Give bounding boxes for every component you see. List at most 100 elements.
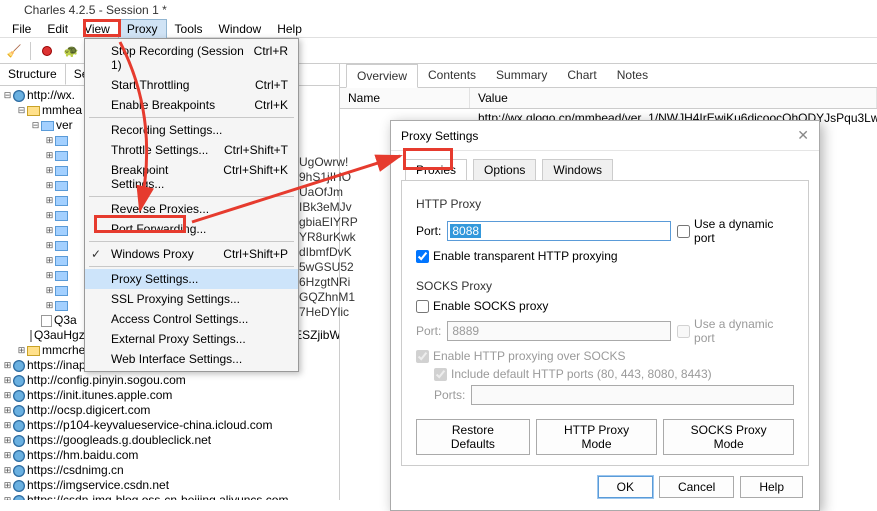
menu-item[interactable]: ✓Windows ProxyCtrl+Shift+P [85,244,298,264]
tree-host[interactable]: https://hm.baidu.com [27,448,138,463]
tab-structure[interactable]: Structure [0,64,66,85]
menu-item-label: Windows Proxy [111,247,194,261]
tab-summary[interactable]: Summary [486,64,557,87]
tab-overview[interactable]: Overview [346,64,418,88]
menu-item-label: Web Interface Settings... [111,352,242,366]
tree-host[interactable]: https://p104-keyvalueservice-china.iclou… [27,418,272,433]
globe-icon [13,405,25,417]
overview-columns: Name Value [340,88,877,109]
globe-icon [13,375,25,387]
tree-host[interactable]: http://wx. [27,88,75,103]
proxy-settings-dialog: Proxy Settings ✕ Proxies Options Windows… [390,120,820,511]
folder-icon [55,181,68,191]
tree-host[interactable]: http://config.pinyin.sogou.com [27,373,186,388]
tree-item[interactable] [70,193,73,208]
tree-item[interactable] [70,268,73,283]
use-dynamic-port-http[interactable]: Use a dynamic port [677,217,794,245]
enable-socks-proxy[interactable]: Enable SOCKS proxy [416,299,548,313]
folder-icon [41,121,54,131]
tree-item[interactable] [70,298,73,313]
http-over-socks: Enable HTTP proxying over SOCKS [416,349,626,363]
tree-host[interactable]: https://csdnimg.cn [27,463,124,478]
help-button[interactable]: Help [740,476,803,498]
menu-separator [89,241,294,242]
tree-item[interactable] [70,148,73,163]
tree-item[interactable] [70,178,73,193]
col-value[interactable]: Value [470,88,877,108]
menu-item-label: Proxy Settings... [111,272,198,286]
http-port-input[interactable]: 8088 [447,221,671,241]
folder-icon [55,271,68,281]
tree-host[interactable]: https://googleads.g.doubleclick.net [27,433,211,448]
http-proxy-mode-button[interactable]: HTTP Proxy Mode [536,419,658,455]
menu-help[interactable]: Help [269,20,310,38]
menu-item[interactable]: Access Control Settings... [85,309,298,329]
menu-window[interactable]: Window [211,20,270,38]
folder-icon [55,211,68,221]
tree-item[interactable] [70,238,73,253]
menu-file[interactable]: File [4,20,39,38]
col-name[interactable]: Name [340,88,470,108]
menu-separator [89,266,294,267]
folder-icon [55,151,68,161]
tree-host[interactable]: http://ocsp.digicert.com [27,403,150,418]
globe-icon [13,90,25,102]
ports-input [471,385,794,405]
folder-icon [55,196,68,206]
dialog-tabs[interactable]: Proxies Options Windows [391,151,819,180]
ok-button[interactable]: OK [598,476,653,498]
folder-icon [27,106,40,116]
tree-item[interactable] [70,133,73,148]
menu-item[interactable]: Web Interface Settings... [85,349,298,369]
tab-proxies[interactable]: Proxies [405,159,467,180]
menubar[interactable]: File Edit View Proxy Tools Window Help [0,20,877,38]
tab-options[interactable]: Options [473,159,536,180]
globe-icon [13,495,25,501]
tree-item[interactable] [70,208,73,223]
tree-host[interactable]: https://imgservice.csdn.net [27,478,169,493]
folder-icon [55,286,68,296]
menu-view[interactable]: View [76,20,118,38]
toolbar-record-icon[interactable] [37,41,57,61]
tree-item[interactable] [70,223,73,238]
tree-host[interactable]: https://init.itunes.apple.com [27,388,172,403]
cancel-button[interactable]: Cancel [659,476,734,498]
file-icon [41,315,52,327]
file-icon [30,330,32,342]
tab-contents[interactable]: Contents [418,64,486,87]
globe-icon [13,435,25,447]
menu-item[interactable]: Proxy Settings... [85,269,298,289]
tree-item[interactable] [70,283,73,298]
tree-item[interactable] [70,163,73,178]
tree-item[interactable] [70,253,73,268]
folder-icon [55,241,68,251]
toolbar-throttle-icon[interactable]: 🐢 [61,41,81,61]
menu-item[interactable]: External Proxy Settings... [85,329,298,349]
tree-folder[interactable]: mmhea [42,103,82,118]
tree-folder[interactable]: ver [56,118,73,133]
menu-proxy[interactable]: Proxy [118,19,167,39]
folder-icon [27,346,40,356]
tab-chart[interactable]: Chart [557,64,606,87]
toolbar-sep [30,42,31,60]
tab-windows[interactable]: Windows [542,159,613,180]
window-title: Charles 4.2.5 - Session 1 * [24,3,167,17]
right-tabs[interactable]: Overview Contents Summary Chart Notes [340,64,877,88]
globe-icon [13,390,25,402]
use-dynamic-port-socks: Use a dynamic port [677,317,794,345]
restore-defaults-button[interactable]: Restore Defaults [416,419,530,455]
dialog-action-buttons: OK Cancel Help [391,466,819,510]
menu-edit[interactable]: Edit [39,20,76,38]
toolbar-clear-icon[interactable]: 🧹 [4,41,24,61]
tab-notes[interactable]: Notes [607,64,658,87]
globe-icon [13,480,25,492]
socks-proxy-mode-button[interactable]: SOCKS Proxy Mode [663,419,794,455]
menu-item[interactable]: SSL Proxying Settings... [85,289,298,309]
tree-host[interactable]: https://csdn-img-blog.oss-cn-beijing.ali… [27,493,288,500]
menu-item-label: SSL Proxying Settings... [111,292,240,306]
close-icon[interactable]: ✕ [797,127,809,144]
menu-tools[interactable]: Tools [167,20,211,38]
tree-file[interactable]: Q3a [54,313,77,328]
folder-icon [55,256,68,266]
enable-transparent-proxy[interactable]: Enable transparent HTTP proxying [416,249,618,263]
